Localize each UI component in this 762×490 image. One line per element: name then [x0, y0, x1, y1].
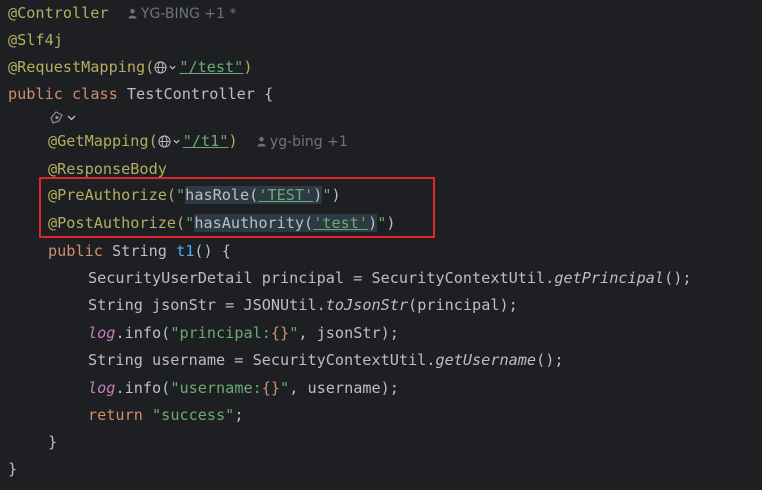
log-field: log — [88, 379, 116, 397]
author-hint[interactable]: YG-BING +1 * — [127, 6, 237, 22]
code-line-4[interactable]: public class TestController { — [8, 81, 273, 108]
keyword-class: class — [72, 85, 118, 103]
code-line-8[interactable]: @PreAuthorize("hasRole('TEST')") — [48, 182, 341, 209]
annotation-getmapping: @GetMapping( — [48, 132, 158, 150]
chevron-down-icon[interactable] — [172, 137, 181, 146]
string-literal: "principal: — [170, 324, 271, 342]
spel-close: ) — [368, 214, 378, 232]
method-name: t1 — [176, 242, 195, 260]
user-icon — [257, 137, 266, 147]
spel-function: hasAuthority( — [194, 214, 314, 232]
statement-end: (); — [664, 269, 692, 287]
code-line-6[interactable]: @GetMapping( "/t1") yg-bing +1 — [48, 128, 348, 155]
quote-open: " — [185, 214, 195, 232]
code-line-13[interactable]: log.info("principal:{}", jsonStr); — [88, 320, 399, 347]
get-path[interactable]: "/t1" — [183, 132, 229, 150]
static-call: getUsername — [435, 351, 537, 369]
code-line-16[interactable]: return "success"; — [88, 402, 243, 429]
quote-open: " — [176, 186, 186, 204]
string-literal-end: " — [280, 379, 290, 397]
paren-close: ) — [331, 186, 341, 204]
keyword-public: public — [48, 242, 103, 260]
paren-close: ) — [228, 132, 238, 150]
author-hint[interactable]: yg-bing +1 — [256, 134, 348, 150]
code-line-14[interactable]: String username = SecurityContextUtil.ge… — [88, 347, 564, 374]
string-literal-end: " — [289, 324, 299, 342]
code-line-10[interactable]: public String t1() { — [48, 238, 231, 265]
code-line-17[interactable]: } — [48, 429, 57, 456]
statement-text: String username = SecurityContextUtil. — [88, 351, 436, 369]
string-literal: "success" — [152, 406, 235, 424]
open-brace: { — [264, 85, 274, 103]
request-path[interactable]: "/test" — [179, 58, 243, 76]
annotation-slf4j: @Slf4j — [8, 31, 63, 49]
statement-end: , username); — [289, 379, 399, 397]
spel-close: ) — [313, 186, 323, 204]
quote-close: " — [377, 214, 387, 232]
placeholder-token: {} — [261, 379, 281, 397]
globe-icon[interactable] — [158, 135, 171, 148]
paren-close: ) — [243, 58, 253, 76]
code-line-15[interactable]: log.info("username:{}", username); — [88, 375, 399, 402]
author-hint-text: YG-BING +1 * — [140, 6, 237, 22]
static-call: toJsonStr — [325, 296, 409, 314]
code-line-12[interactable]: String jsonStr = JSONUtil.toJsonStr(prin… — [88, 292, 518, 319]
annotation-postauthorize: @PostAuthorize( — [48, 214, 186, 232]
code-line-3[interactable]: @RequestMapping( "/test") — [8, 54, 252, 81]
code-line-18[interactable]: } — [8, 456, 17, 483]
spel-function: hasRole( — [185, 186, 259, 204]
code-line-1[interactable]: @Controller YG-BING +1 * — [8, 0, 236, 27]
code-line-2[interactable]: @Slf4j — [8, 27, 63, 54]
statement-text: .info( — [115, 324, 171, 342]
class-name: TestController — [126, 85, 255, 103]
annotation-requestmapping: @RequestMapping( — [8, 58, 155, 76]
user-icon — [128, 9, 137, 19]
paren-close: ) — [386, 214, 396, 232]
close-brace: } — [48, 433, 58, 451]
spel-argument: 'test' — [313, 214, 369, 232]
statement-end: (); — [536, 351, 564, 369]
annotation-controller: @Controller — [8, 4, 109, 22]
close-brace: } — [8, 460, 18, 478]
author-hint-text: yg-bing +1 — [269, 134, 348, 150]
code-editor[interactable]: @Controller YG-BING +1 * @Slf4j @Request… — [0, 0, 762, 490]
statement-end: , jsonStr); — [298, 324, 399, 342]
statement-end: ; — [234, 406, 244, 424]
quote-close: " — [322, 186, 332, 204]
keyword-public: public — [8, 85, 63, 103]
return-type: String — [112, 242, 167, 260]
statement-text: SecurityUserDetail principal = SecurityC… — [88, 269, 555, 287]
log-field: log — [88, 324, 116, 342]
placeholder-token: {} — [270, 324, 290, 342]
code-line-9[interactable]: @PostAuthorize("hasAuthority('test')") — [48, 210, 396, 237]
statement-text: String jsonStr = JSONUtil. — [88, 296, 326, 314]
static-call: getPrincipal — [554, 269, 665, 287]
code-line-7[interactable]: @ResponseBody — [48, 156, 167, 183]
method-signature-rest: () { — [194, 242, 231, 260]
string-literal: "username: — [170, 379, 262, 397]
keyword-return: return — [88, 406, 143, 424]
globe-icon[interactable] — [154, 61, 167, 74]
statement-text: .info( — [115, 379, 171, 397]
endpoint-gutter-icon[interactable] — [48, 109, 78, 127]
spel-argument: 'TEST' — [258, 186, 314, 204]
statement-end: (principal); — [408, 296, 518, 314]
code-line-11[interactable]: SecurityUserDetail principal = SecurityC… — [88, 265, 692, 292]
spel-expression: hasRole('TEST') — [185, 186, 323, 204]
annotation-responsebody: @ResponseBody — [48, 160, 167, 178]
spel-expression: hasAuthority('test') — [194, 214, 378, 232]
annotation-preauthorize: @PreAuthorize( — [48, 186, 177, 204]
chevron-down-icon[interactable] — [168, 63, 177, 72]
